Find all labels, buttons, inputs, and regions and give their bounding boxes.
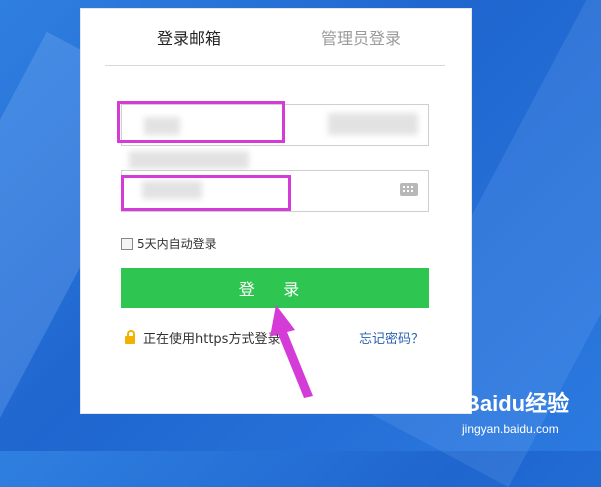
login-button[interactable]: 登 录 (121, 268, 429, 308)
https-note: 正在使用https方式登录 (125, 328, 280, 347)
watermark-url: jingyan.baidu.com (462, 422, 559, 436)
tab-email-login[interactable]: 登录邮箱 (157, 25, 221, 49)
remember-me[interactable]: 5天内自动登录 (121, 235, 217, 252)
forgot-password-link[interactable]: 忘记密码？ (359, 328, 424, 347)
checkbox[interactable] (121, 237, 133, 250)
https-note-text: 正在使用https方式登录 (143, 332, 281, 347)
watermark-brand: Baidu经验 (464, 391, 570, 416)
tab-admin-login[interactable]: 管理员登录 (321, 25, 401, 49)
lock-icon (125, 329, 135, 344)
remember-label: 5天内自动登录 (137, 237, 217, 251)
redacted-text (328, 113, 418, 135)
login-tabs: 登录邮箱 管理员登录 (105, 9, 445, 66)
login-panel: 登录邮箱 管理员登录 5天内自动登录 登 录 正在使用https方式登录 忘记密… (80, 8, 472, 414)
annotation-highlight (121, 175, 291, 211)
annotation-highlight (117, 101, 285, 143)
keyboard-icon[interactable] (400, 183, 418, 196)
redacted-text (129, 151, 249, 169)
watermark: Baidu经验 jingyan.baidu.com (460, 386, 600, 446)
